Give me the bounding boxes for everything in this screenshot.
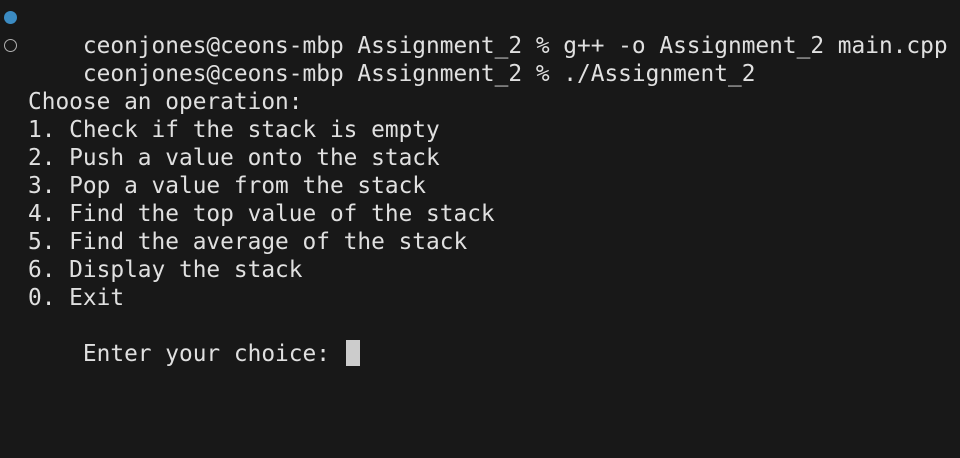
command-line: ceonjones@ceons-mbp Assignment_2 % g++ -…	[4, 4, 948, 59]
menu-option: 5. Find the average of the stack	[28, 229, 468, 255]
menu-heading: Choose an operation:	[28, 89, 303, 115]
command-status-completed-icon[interactable]	[4, 11, 17, 24]
command-line: ceonjones@ceons-mbp Assignment_2 % ./Ass…	[4, 32, 755, 87]
menu-option: 0. Exit	[28, 285, 125, 311]
menu-option: 2. Push a value onto the stack	[28, 145, 440, 171]
menu-option: 6. Display the stack	[28, 257, 303, 283]
menu-option: 4. Find the top value of the stack	[28, 201, 495, 227]
terminal-window[interactable]: ceonjones@ceons-mbp Assignment_2 % g++ -…	[0, 0, 960, 458]
menu-option: 3. Pop a value from the stack	[28, 173, 427, 199]
input-prompt: Enter your choice:	[82, 341, 344, 367]
input-line[interactable]: Enter your choice:	[28, 312, 360, 367]
menu-option: 1. Check if the stack is empty	[28, 117, 440, 143]
command-text: ./Assignment_2	[563, 61, 756, 87]
text-cursor	[345, 340, 360, 366]
shell-prompt: ceonjones@ceons-mbp Assignment_2 %	[82, 61, 564, 87]
command-status-running-icon[interactable]	[4, 39, 17, 52]
